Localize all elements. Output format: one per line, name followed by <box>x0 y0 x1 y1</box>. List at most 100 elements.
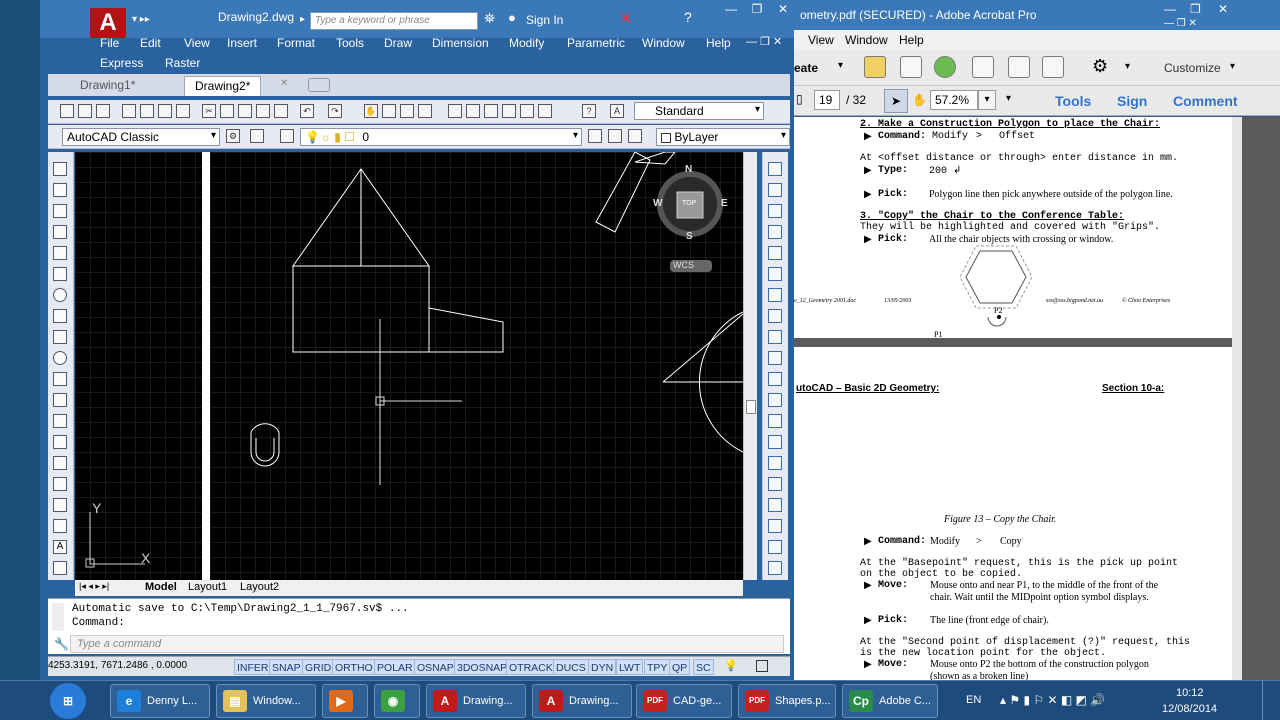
make-block-icon[interactable] <box>53 414 67 428</box>
acro-menu-view[interactable]: View <box>808 33 834 47</box>
exchange-icon[interactable]: ✕ <box>620 10 632 27</box>
insert-block-icon[interactable] <box>53 393 67 407</box>
binoculars-icon[interactable]: ⛯ <box>484 10 495 27</box>
modify-extra-icon-1[interactable] <box>768 540 782 554</box>
sheet-set-icon[interactable] <box>502 104 516 118</box>
ellipse-arc-icon[interactable] <box>53 372 67 386</box>
tray-time[interactable]: 10:12 <box>1176 687 1204 699</box>
zoom-input[interactable]: 57.2% <box>930 90 978 110</box>
render-icon[interactable] <box>176 104 190 118</box>
pdf-viewer[interactable]: 2. Make a Construction Polygon to place … <box>794 117 1280 682</box>
cut-icon[interactable]: ✂ <box>202 104 216 118</box>
lwt-toggle[interactable]: LWT <box>616 659 644 675</box>
user-icon[interactable]: ● <box>508 10 516 25</box>
open-icon[interactable] <box>78 104 92 118</box>
point-icon[interactable] <box>53 435 67 449</box>
workspace-settings-icon[interactable]: ⚙ <box>226 129 240 143</box>
acrobat-close-button[interactable]: ✕ <box>1218 2 1228 16</box>
clean-screen-icon[interactable] <box>756 660 768 672</box>
tray-date[interactable]: 12/08/2014 <box>1162 703 1217 715</box>
mirror-icon[interactable] <box>768 204 782 218</box>
comment-pane-link[interactable]: Comment <box>1173 93 1238 109</box>
circle-icon[interactable] <box>53 288 67 302</box>
polygon-icon[interactable] <box>53 225 67 239</box>
match-properties-icon[interactable] <box>256 104 270 118</box>
table-icon[interactable] <box>53 519 67 533</box>
preview-icon[interactable] <box>140 104 154 118</box>
explode-icon[interactable] <box>768 519 782 533</box>
ducs-toggle[interactable]: DUCS <box>553 659 589 675</box>
menu-raster[interactable]: Raster <box>165 56 200 70</box>
tab-layout2[interactable]: Layout2 <box>240 581 279 593</box>
sign-in-link[interactable]: Sign In <box>526 13 563 27</box>
plot-icon[interactable] <box>122 104 136 118</box>
doc-minimize-icon[interactable]: — ❐ ✕ <box>746 35 782 48</box>
text-style-select[interactable]: Standard ▾ <box>634 102 764 120</box>
tray-icons[interactable]: ▴ ⚑ ▮ ⚐ ✕ ◧ ◩ 🔊 <box>1000 693 1105 707</box>
tool-palettes-icon[interactable] <box>484 104 498 118</box>
ellipse-icon[interactable] <box>53 351 67 365</box>
ortho-toggle[interactable]: ORTHO <box>332 659 376 675</box>
tab-layout1[interactable]: Layout1 <box>188 581 227 593</box>
save-file-icon[interactable] <box>900 56 922 78</box>
tpy-toggle[interactable]: TPY <box>644 659 671 675</box>
layer-manager-icon[interactable] <box>250 129 264 143</box>
create-button[interactable]: eate <box>794 61 818 75</box>
toolbar-help-icon[interactable]: ? <box>582 104 596 118</box>
print-icon[interactable] <box>972 56 994 78</box>
search-expand-icon[interactable]: ▸ <box>300 14 305 25</box>
design-center-icon[interactable] <box>466 104 480 118</box>
customize-dropdown-icon[interactable]: ▾ <box>1230 61 1235 72</box>
edit-icon[interactable] <box>1008 56 1030 78</box>
osnap-toggle[interactable]: OSNAP <box>414 659 457 675</box>
block-editor-icon[interactable] <box>274 104 288 118</box>
fillet-icon[interactable] <box>768 477 782 491</box>
infer-toggle[interactable]: INFER <box>234 659 272 675</box>
command-input[interactable]: Type a command <box>70 635 784 653</box>
taskbar-item[interactable]: A Drawing... <box>532 684 632 718</box>
multiline-text-icon[interactable]: A <box>53 540 67 554</box>
text-style-icon[interactable]: A <box>610 104 624 118</box>
drawing-canvas[interactable]: N S E W TOP WCS Y X <box>75 152 743 580</box>
make-current-icon[interactable] <box>588 129 602 143</box>
viewcube-east-label[interactable]: E <box>721 198 728 209</box>
menu-help[interactable]: Help <box>706 36 731 50</box>
rectangle-icon[interactable] <box>53 246 67 260</box>
tray-language[interactable]: EN <box>966 694 981 706</box>
hatch-icon[interactable] <box>53 456 67 470</box>
grid-toggle[interactable]: GRID <box>302 659 335 675</box>
tab-close-icon[interactable]: ✕ <box>280 78 288 89</box>
join-icon[interactable] <box>768 435 782 449</box>
sign-pane-link[interactable]: Sign <box>1117 93 1147 109</box>
trim-icon[interactable] <box>768 351 782 365</box>
toolbar-options-icon[interactable]: ▾ <box>1006 93 1011 104</box>
break-icon[interactable] <box>768 414 782 428</box>
new-tab-icon[interactable] <box>308 78 330 92</box>
pdf-scrollbar[interactable] <box>1232 117 1242 682</box>
vertical-scrollbar[interactable] <box>743 152 757 580</box>
pan-icon[interactable]: ✋ <box>364 104 378 118</box>
array-icon[interactable] <box>768 246 782 260</box>
polar-toggle[interactable]: POLAR <box>374 659 416 675</box>
menu-file[interactable]: File <box>100 36 119 50</box>
taskbar-item[interactable]: ◉ <box>374 684 420 718</box>
acrobat-restore-button[interactable]: ❐ <box>1190 2 1201 16</box>
menu-format[interactable]: Format <box>277 36 315 50</box>
polyline-icon[interactable] <box>53 204 67 218</box>
add-selected-icon[interactable] <box>53 561 67 575</box>
show-desktop-button[interactable] <box>1262 681 1278 720</box>
taskbar-item[interactable]: PDF Shapes.p... <box>738 684 836 718</box>
menu-express[interactable]: Express <box>100 56 143 70</box>
chamfer-icon[interactable] <box>768 456 782 470</box>
rotate-icon[interactable] <box>768 288 782 302</box>
page-number-input[interactable]: 19 <box>814 90 840 110</box>
command-window-grip-icon[interactable] <box>52 603 64 631</box>
wrench-icon[interactable]: 🔧 <box>54 637 69 652</box>
layer-previous-icon[interactable] <box>608 129 622 143</box>
settings-gear-icon[interactable]: ⚙ <box>1092 56 1108 77</box>
restore-button[interactable]: ❐ <box>744 2 770 20</box>
publish-icon[interactable] <box>158 104 172 118</box>
taskbar-item[interactable]: A Drawing... <box>426 684 526 718</box>
viewcube-south-label[interactable]: S <box>686 231 693 242</box>
zoom-window-icon[interactable] <box>400 104 414 118</box>
